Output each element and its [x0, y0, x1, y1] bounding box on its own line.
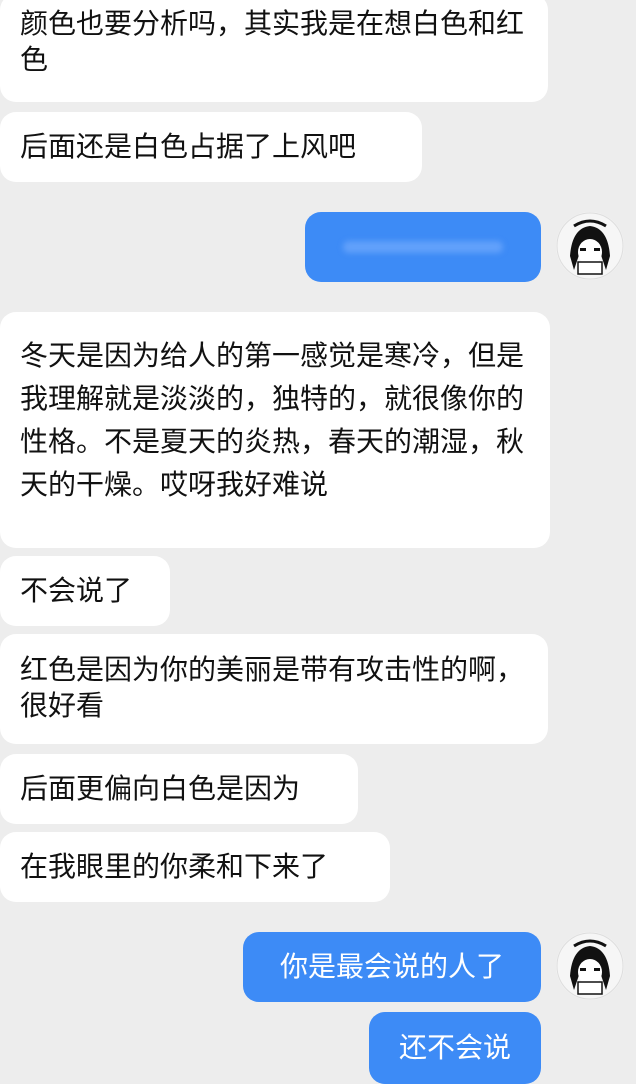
message-text: 在我眼里的你柔和下来了	[20, 850, 329, 883]
message-bubble-incoming[interactable]: 红色是因为你的美丽是带有攻击性的啊，很好看	[0, 634, 548, 744]
avatar[interactable]	[556, 932, 624, 1000]
message-bubble-incoming[interactable]: 冬天是因为给人的第一感觉是寒冷，但是我理解就是淡淡的，独特的，就很像你的性格。不…	[0, 312, 550, 548]
message-bubble-incoming[interactable]: 颜色也要分析吗，其实我是在想白色和红色	[0, 0, 548, 102]
message-text: 你是最会说的人了	[279, 950, 504, 983]
message-bubble-incoming[interactable]: 后面还是白色占据了上风吧	[0, 112, 422, 182]
message-bubble-outgoing-blurred[interactable]	[305, 212, 541, 282]
message-text: 冬天是因为给人的第一感觉是寒冷，但是我理解就是淡淡的，独特的，就很像你的性格。不…	[20, 339, 525, 501]
message-bubble-incoming[interactable]: 不会说了	[0, 556, 170, 626]
avatar[interactable]	[556, 212, 624, 280]
message-bubble-incoming[interactable]: 在我眼里的你柔和下来了	[0, 832, 390, 902]
message-bubble-incoming[interactable]: 后面更偏向白色是因为	[0, 754, 358, 824]
blurred-content	[343, 241, 503, 253]
message-text: 后面更偏向白色是因为	[20, 772, 301, 805]
anime-girl-avatar-icon	[556, 212, 624, 280]
message-text: 红色是因为你的美丽是带有攻击性的啊，很好看	[20, 653, 525, 722]
message-bubble-outgoing[interactable]: 你是最会说的人了	[243, 932, 541, 1002]
message-bubble-outgoing[interactable]: 还不会说	[369, 1012, 541, 1084]
message-text: 不会说了	[20, 574, 133, 607]
message-text: 还不会说	[398, 1031, 511, 1064]
message-text: 后面还是白色占据了上风吧	[20, 130, 357, 163]
anime-girl-avatar-icon	[556, 932, 624, 1000]
message-text: 颜色也要分析吗，其实我是在想白色和红色	[20, 7, 525, 76]
